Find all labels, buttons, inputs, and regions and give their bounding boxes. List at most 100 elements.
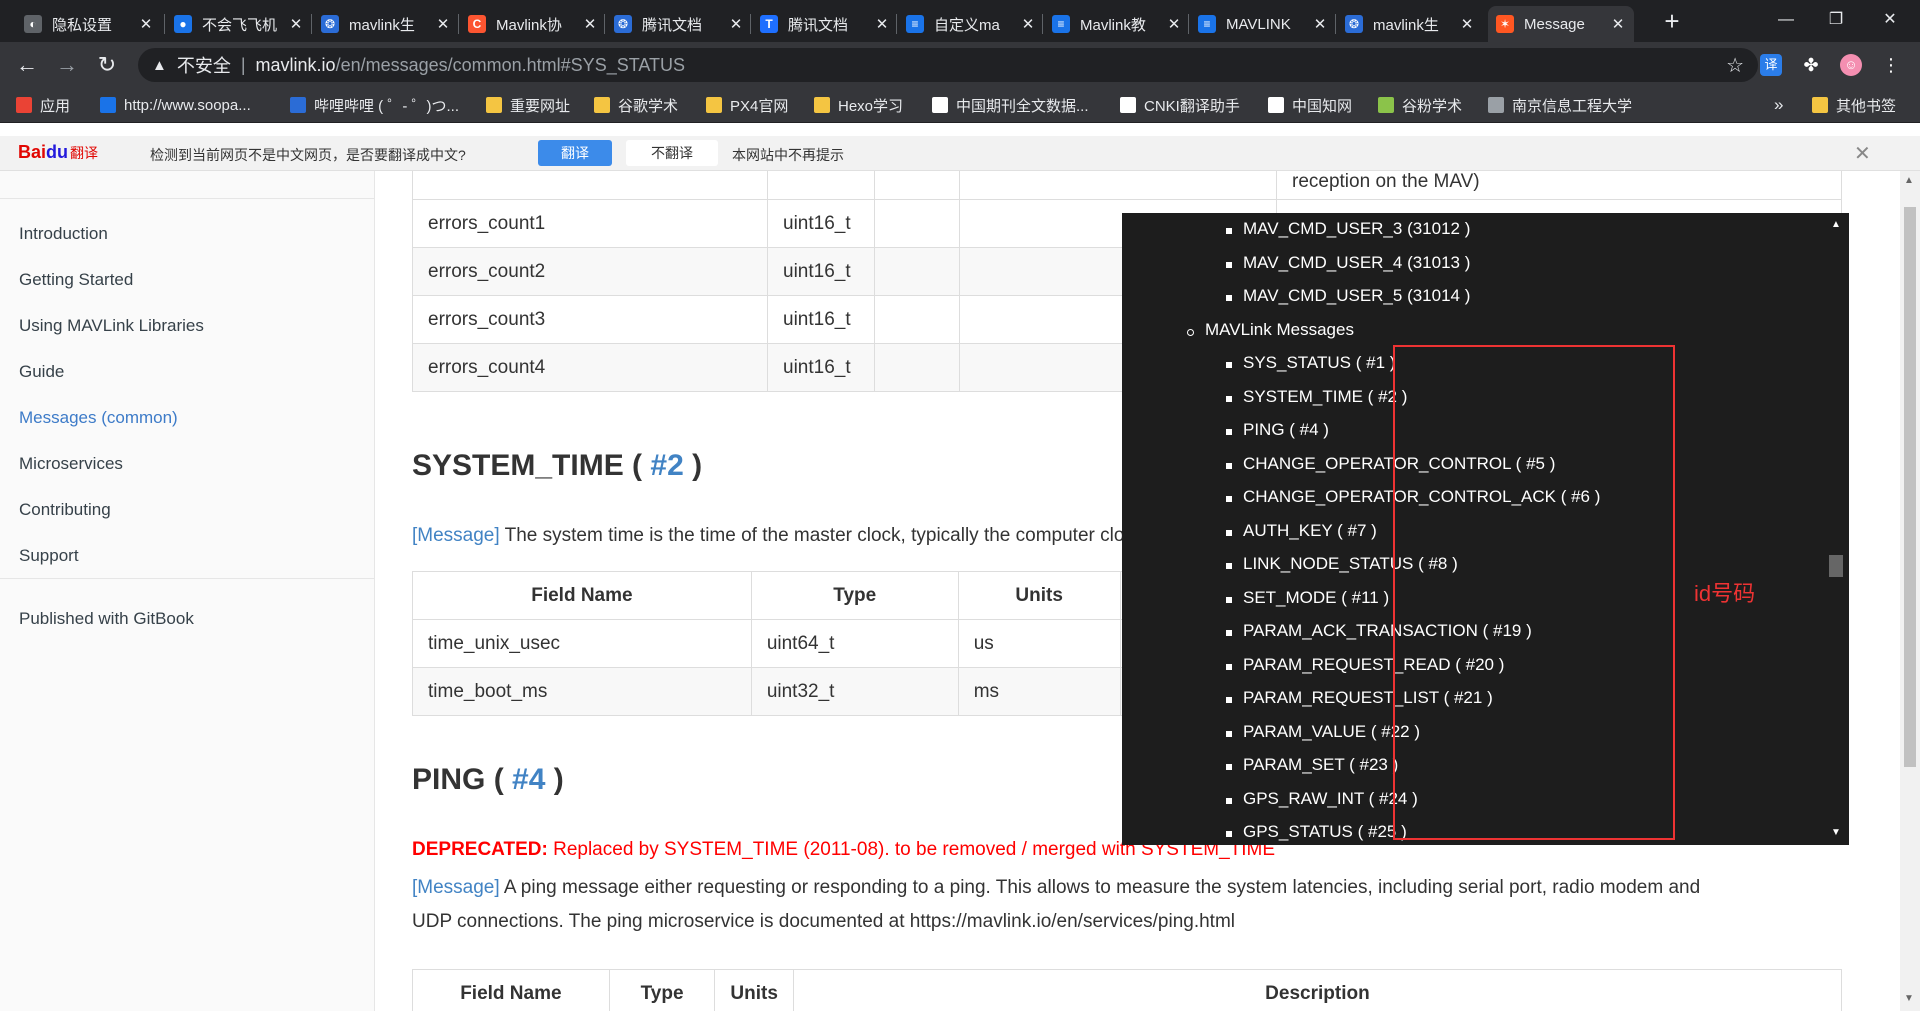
bookmark-item[interactable]: 应用	[16, 95, 70, 115]
toc-section-link[interactable]: MAVLink Messages	[1205, 320, 1354, 340]
sidebar-item[interactable]: Getting Started	[19, 270, 133, 290]
tab-close-icon[interactable]: ✕	[1459, 15, 1475, 33]
bullet-icon	[1226, 797, 1232, 804]
menu-kebab-icon[interactable]: ⋮	[1880, 54, 1902, 76]
toc-link[interactable]: MAV_CMD_USER_5 (31014 )	[1243, 286, 1470, 306]
bookmark-item[interactable]: 中国知网	[1268, 95, 1352, 115]
toc-link[interactable]: MAV_CMD_USER_4 (31013 )	[1243, 253, 1470, 273]
scrollbar-thumb[interactable]	[1904, 207, 1916, 767]
browser-tab[interactable]: C Mavlink协 ✕	[460, 6, 606, 42]
bullet-icon	[1226, 730, 1232, 737]
bookmark-item[interactable]: 哔哩哔哩 ( ゜- ゜)つ...	[290, 95, 459, 115]
message-id-link[interactable]: #2	[650, 449, 683, 482]
bookmark-star-icon[interactable]: ☆	[1726, 53, 1744, 78]
browser-tab[interactable]: ≡ 自定义ma ✕	[898, 6, 1044, 42]
toc-link[interactable]: GPS_RAW_INT ( #24 )	[1243, 789, 1418, 809]
toc-link[interactable]: SYSTEM_TIME ( #2 )	[1243, 387, 1407, 407]
forward-icon[interactable]: →	[52, 50, 82, 80]
translate-button[interactable]: 翻译	[538, 140, 612, 166]
browser-tab[interactable]: ❂ 腾讯文档 ✕	[606, 6, 752, 42]
tab-separator	[1335, 14, 1336, 34]
toc-link[interactable]: MAV_CMD_USER_3 (31012 )	[1243, 219, 1470, 239]
tab-close-icon[interactable]: ✕	[1166, 15, 1182, 33]
sidebar-item[interactable]: Messages (common)	[19, 408, 178, 428]
sidebar-item[interactable]: Support	[19, 546, 79, 566]
url-text[interactable]: mavlink.io/en/messages/common.html#SYS_S…	[256, 55, 686, 76]
browser-tab[interactable]: ≡ Mavlink教 ✕	[1044, 6, 1190, 42]
bookmark-item[interactable]: 中国期刊全文数据...	[932, 95, 1089, 115]
scroll-down-icon[interactable]: ▼	[1904, 993, 1914, 1004]
sidebar-item[interactable]: Microservices	[19, 454, 123, 474]
tab-close-icon[interactable]: ✕	[138, 15, 154, 33]
tab-close-icon[interactable]: ✕	[1020, 15, 1036, 33]
toc-link[interactable]: GPS_STATUS ( #25 )	[1243, 822, 1407, 842]
tab-close-icon[interactable]: ✕	[582, 15, 598, 33]
scroll-up-icon[interactable]: ▲	[1904, 175, 1914, 186]
browser-tab[interactable]: ● 不会飞飞机 ✕	[166, 6, 312, 42]
browser-tab[interactable]: ◐ 隐私设置 ✕	[16, 6, 162, 42]
sidebar-item[interactable]: Introduction	[19, 224, 108, 244]
browser-tab[interactable]: ≡ MAVLINK ✕	[1190, 6, 1336, 42]
message-tag-link[interactable]: [Message]	[412, 877, 500, 898]
new-tab-button[interactable]: +	[1656, 6, 1688, 38]
message-id-link[interactable]: #4	[512, 763, 545, 796]
tab-close-icon[interactable]: ✕	[874, 15, 890, 33]
close-window-button[interactable]: ✕	[1860, 0, 1920, 40]
toc-link[interactable]: SET_MODE ( #11 )	[1243, 588, 1389, 608]
maximize-button[interactable]: ❐	[1806, 0, 1866, 40]
tab-close-icon[interactable]: ✕	[1312, 15, 1328, 33]
never-show-link[interactable]: 本网站中不再提示	[732, 145, 844, 165]
bookmark-item[interactable]: 其他书签	[1812, 95, 1896, 115]
table-cell: uint64_t	[750, 619, 959, 668]
bookmark-item[interactable]: PX4官网	[706, 95, 788, 115]
tab-close-icon[interactable]: ✕	[435, 15, 451, 33]
sidebar-item[interactable]: Contributing	[19, 500, 111, 520]
toc-link[interactable]: SYS_STATUS ( #1 )	[1243, 353, 1395, 373]
scroll-down-icon[interactable]: ▼	[1831, 827, 1841, 838]
message-tag-link[interactable]: [Message]	[412, 525, 500, 546]
page-scrollbar[interactable]: ▲ ▼	[1900, 171, 1920, 1011]
field-name-cell: errors_count2	[412, 247, 768, 296]
bookmark-item[interactable]: http://www.soopa...	[100, 95, 251, 115]
browser-toolbar: ← → ↻ ▲ 不安全 | mavlink.io/en/messages/com…	[0, 42, 1920, 88]
bookmark-item[interactable]: 谷粉学术	[1378, 95, 1462, 115]
browser-tab[interactable]: T 腾讯文档 ✕	[752, 6, 898, 42]
browser-tab[interactable]: ❂ mavlink生 ✕	[1337, 6, 1483, 42]
profile-avatar[interactable]: ☺	[1840, 54, 1862, 76]
insecure-label[interactable]: 不安全	[177, 52, 231, 78]
bookmark-item[interactable]: Hexo学习	[814, 95, 903, 115]
doc-icon: ≡	[906, 15, 924, 33]
toc-scrollbar[interactable]: ▲ ▼	[1823, 213, 1849, 845]
bookmarks-overflow-button[interactable]: »	[1774, 95, 1783, 115]
close-icon[interactable]: ✕	[1854, 141, 1871, 166]
bookmark-label: 重要网址	[510, 97, 571, 115]
no-translate-button[interactable]: 不翻译	[626, 140, 718, 166]
sidebar-item[interactable]: Guide	[19, 362, 64, 382]
doc-icon: ≡	[1198, 15, 1216, 33]
extensions-puzzle-icon[interactable]: ✤	[1800, 54, 1822, 76]
browser-tab[interactable]: ❂ mavlink生 ✕	[313, 6, 459, 42]
browser-tab[interactable]: ✶ Message ✕	[1488, 6, 1634, 42]
column-header: Field Name	[412, 571, 752, 620]
link-icon	[100, 97, 116, 113]
back-icon[interactable]: ←	[12, 50, 42, 80]
bookmark-item[interactable]: CNKI翻译助手	[1120, 95, 1240, 115]
csdn-icon: C	[468, 15, 486, 33]
bookmark-item[interactable]: 谷歌学术	[594, 95, 678, 115]
scroll-up-icon[interactable]: ▲	[1831, 219, 1841, 230]
bookmark-item[interactable]: 重要网址	[486, 95, 570, 115]
translate-extension-icon[interactable]: 译	[1760, 54, 1782, 76]
bookmark-item[interactable]: 南京信息工程大学	[1488, 95, 1632, 115]
toc-link[interactable]: PARAM_SET ( #23 )	[1243, 755, 1398, 775]
reload-icon[interactable]: ↻	[92, 50, 122, 80]
bear-paw-icon: ❂	[614, 15, 632, 33]
address-bar[interactable]: ▲ 不安全 | mavlink.io/en/messages/common.ht…	[138, 48, 1758, 82]
published-with-gitbook-link[interactable]: Published with GitBook	[19, 609, 194, 629]
toc-link[interactable]: AUTH_KEY ( #7 )	[1243, 521, 1377, 541]
sidebar-item[interactable]: Using MAVLink Libraries	[19, 316, 204, 336]
tab-close-icon[interactable]: ✕	[1610, 15, 1626, 33]
toc-link[interactable]: PING ( #4 )	[1243, 420, 1329, 440]
tab-close-icon[interactable]: ✕	[288, 15, 304, 33]
scrollbar-thumb[interactable]	[1829, 555, 1843, 577]
tab-close-icon[interactable]: ✕	[728, 15, 744, 33]
